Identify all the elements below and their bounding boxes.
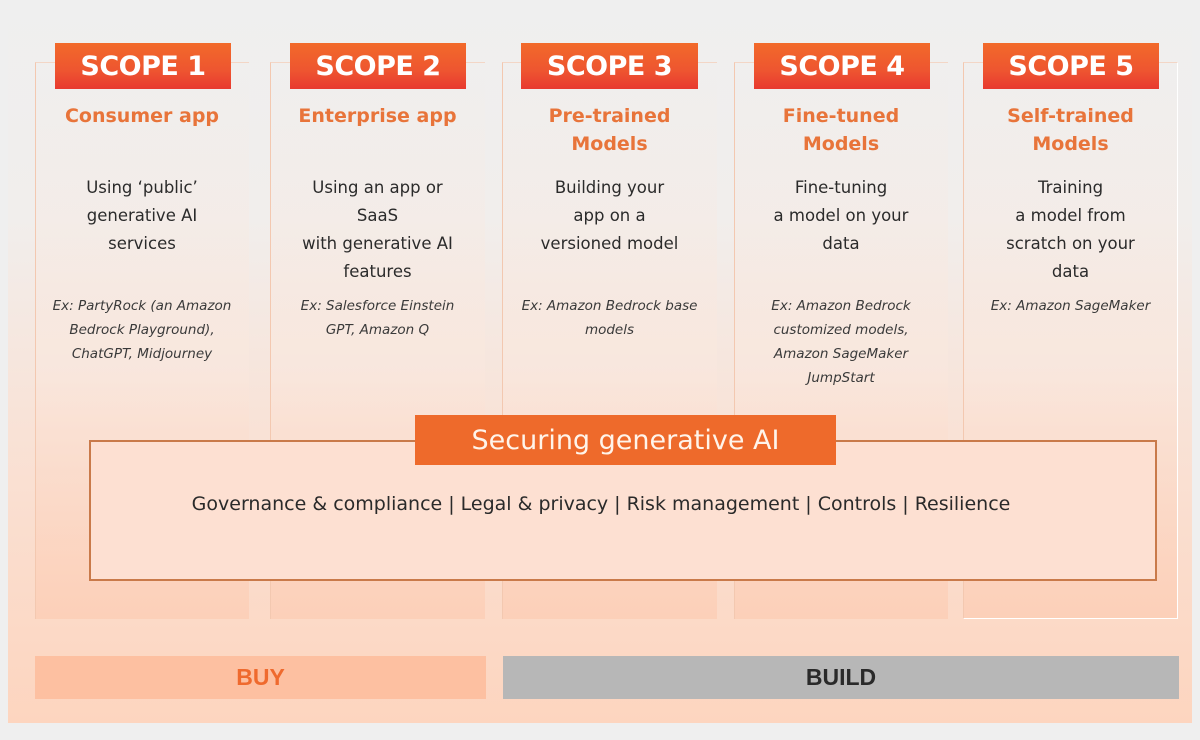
securing-item: Controls bbox=[817, 493, 897, 515]
scope-5-badge: SCOPE 5 bbox=[983, 43, 1159, 89]
scope-1-content: Consumer app Using ‘public’ generative A… bbox=[35, 100, 249, 366]
scope-description: Using an app or SaaS with generative AI … bbox=[302, 178, 453, 281]
scope-title: Self-trained Models bbox=[1007, 105, 1134, 155]
scope-example: Ex: Salesforce Einstein GPT, Amazon Q bbox=[300, 298, 455, 338]
scope-3-content: Pre-trained Models Building your app on … bbox=[502, 100, 717, 342]
scope-2-content: Enterprise app Using an app or SaaS with… bbox=[270, 100, 485, 342]
scope-3-badge: SCOPE 3 bbox=[521, 43, 698, 89]
securing-genai-items: Governance & compliance | Legal & privac… bbox=[91, 488, 1111, 520]
scope-example: Ex: Amazon Bedrock customized models, Am… bbox=[771, 298, 911, 386]
scope-title: Enterprise app bbox=[298, 105, 457, 127]
securing-item: Risk management bbox=[626, 493, 800, 515]
separator: | bbox=[902, 493, 909, 515]
scope-example: Ex: Amazon Bedrock base models bbox=[521, 298, 698, 338]
scope-title: Pre-trained Models bbox=[548, 105, 671, 155]
scope-2-badge: SCOPE 2 bbox=[290, 43, 466, 89]
separator: | bbox=[805, 493, 812, 515]
separator: | bbox=[614, 493, 621, 515]
scope-4-badge: SCOPE 4 bbox=[754, 43, 930, 89]
buy-bar: BUY bbox=[35, 656, 486, 699]
scope-example: Ex: PartyRock (an Amazon Bedrock Playgro… bbox=[52, 298, 232, 362]
scope-example: Ex: Amazon SageMaker bbox=[990, 298, 1151, 314]
scope-1-badge: SCOPE 1 bbox=[55, 43, 231, 89]
build-bar: BUILD bbox=[503, 656, 1179, 699]
scope-description: Training a model from scratch on your da… bbox=[1006, 178, 1135, 281]
scope-title: Consumer app bbox=[64, 105, 220, 127]
securing-genai-label: Securing generative AI bbox=[415, 415, 836, 465]
scope-title: Fine-tuned Models bbox=[782, 105, 900, 155]
scope-description: Fine-tuning a model on your data bbox=[773, 178, 909, 253]
scope-description: Using ‘public’ generative AI services bbox=[86, 178, 198, 253]
securing-item: Resilience bbox=[914, 493, 1011, 515]
scope-5-content: Self-trained Models Training a model fro… bbox=[963, 100, 1178, 318]
securing-item: Governance & compliance bbox=[191, 493, 443, 515]
scope-4-content: Fine-tuned Models Fine-tuning a model on… bbox=[734, 100, 948, 390]
scope-description: Building your app on a versioned model bbox=[540, 178, 679, 253]
securing-item: Legal & privacy bbox=[460, 493, 609, 515]
separator: | bbox=[448, 493, 455, 515]
